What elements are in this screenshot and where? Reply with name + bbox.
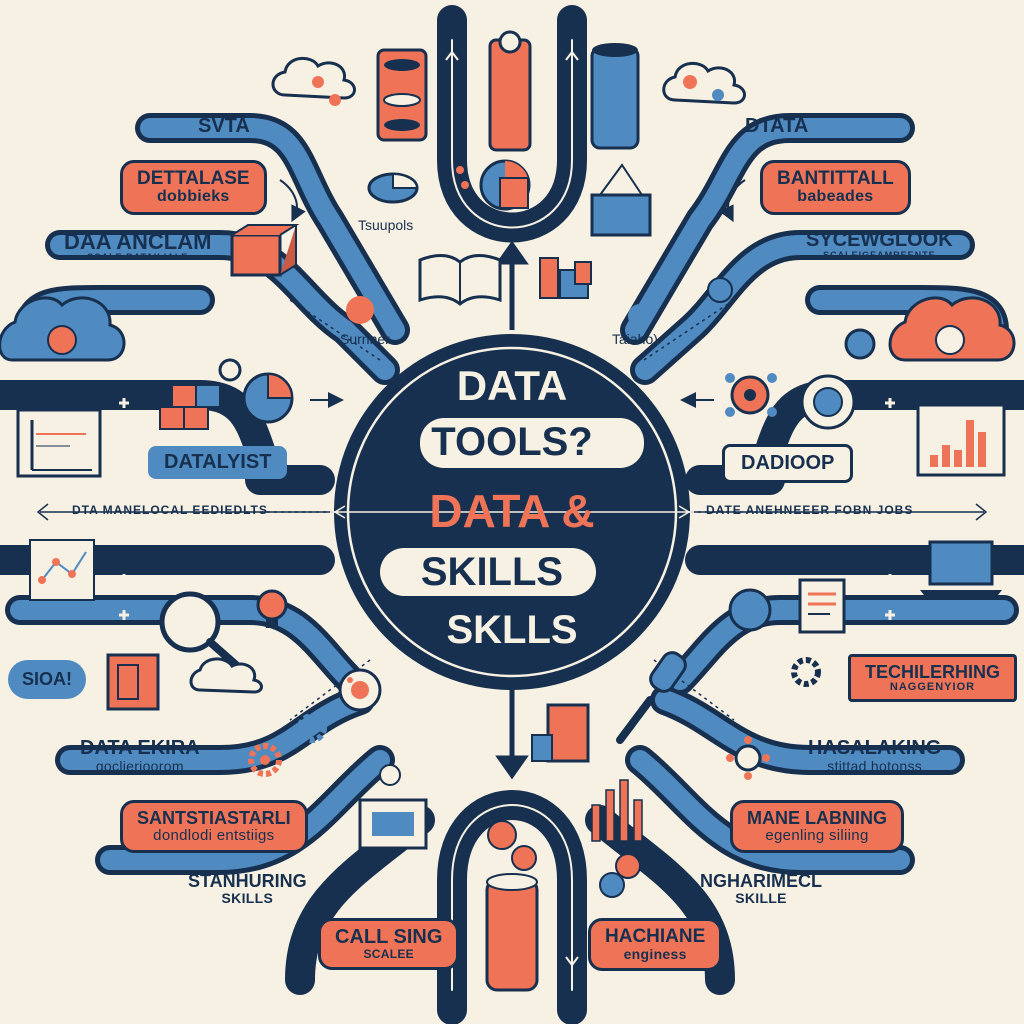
database-icon (485, 873, 539, 992)
cloud-icon (189, 657, 263, 694)
cloud-icon (271, 57, 356, 106)
label-dta-manelocal: DTA MANELOCAL EEDIEDLTS (72, 503, 268, 517)
pie-chart-icon (242, 372, 294, 424)
label-ngharimecl: NGHARIMECL SKILLE (700, 871, 822, 906)
label-hahdeloop: HAHDELOOP (736, 547, 877, 572)
label-bantittall: BANTITTALL babeades (760, 160, 911, 215)
gear-icon (791, 657, 821, 687)
label-hachiane: HACHIANE enginess (588, 918, 723, 971)
label-dtata: DTATA (745, 115, 809, 137)
eye-icon (338, 668, 382, 712)
label-dettalase: DETTALASE dobbieks (120, 160, 267, 215)
hub-title-line1: DATA (456, 362, 568, 409)
cloud-icon (662, 62, 746, 105)
label-dadioop: DADIOOP (722, 444, 854, 483)
target-icon (800, 374, 856, 430)
label-data-ekira: DATA EKIRA goclierioorom (80, 737, 200, 774)
hub-title-line5: SKLLS (446, 608, 578, 652)
bar-chart-icon (16, 408, 102, 478)
label-stanhuring: STANHURING SKILLS (188, 871, 307, 906)
molecule-icon (725, 373, 777, 417)
book-icon (418, 254, 502, 306)
label-tsuupols: Tsuupols (358, 217, 414, 233)
cube-icon (230, 224, 300, 277)
database-icon (376, 48, 428, 142)
cloud-icon (0, 296, 126, 362)
target-icon (728, 588, 772, 632)
infographic: DATA TOOLS? DATA & SKILLS SKLLS SVTA DTA… (0, 0, 1024, 1024)
label-taiaho: Taiaho) (612, 331, 658, 347)
label-techilerhing: TECHILERHING NAGGENYIOR (848, 654, 1017, 703)
label-call-sing: CALL SING SCALEE (318, 918, 460, 970)
pie-chart-icon (367, 172, 419, 204)
briefcase-icon (590, 163, 652, 237)
bar-chart-icon (539, 257, 592, 299)
monitor-icon (358, 798, 428, 850)
hub-title-line4: SKILLS (420, 550, 564, 594)
label-hasalaking: HASALAKING stittad hotonss (808, 737, 942, 774)
document-icon (798, 578, 846, 634)
label-sycewglook: SYCEWGLOOK SCALEIGEAMREENTE (806, 229, 953, 260)
label-svta: SVTA (198, 115, 250, 137)
label-mane-labning: MANE LABNING egenling siliing (730, 800, 904, 853)
database-icon (590, 43, 640, 150)
hub-title-line3: DATA & (429, 485, 595, 537)
label-daa-anclam: DAA ANCLAM SCALE BATAILIALE (64, 229, 212, 263)
pie-chart-icon (479, 159, 531, 211)
network-icon (29, 539, 95, 601)
label-date-anehneeer: DATE ANEHNEEER FOBN JOBS (706, 503, 914, 517)
label-datalyist: DATALYIST (148, 446, 288, 479)
window-icon (106, 653, 160, 711)
label-surnner: Surnner (340, 331, 390, 347)
label-sioai: SIOA! (8, 660, 87, 699)
label-datalast: DATALAST (158, 547, 274, 572)
server-icon (488, 30, 532, 152)
laptop-icon (920, 540, 1002, 600)
bar-chart-icon (916, 403, 1006, 477)
hub-title-line2: TOOLS? (431, 420, 593, 464)
label-santstiastarli: SANTSTIASTARLI dondlodi entstiigs (120, 800, 308, 853)
bar-chart-icon (531, 703, 590, 763)
